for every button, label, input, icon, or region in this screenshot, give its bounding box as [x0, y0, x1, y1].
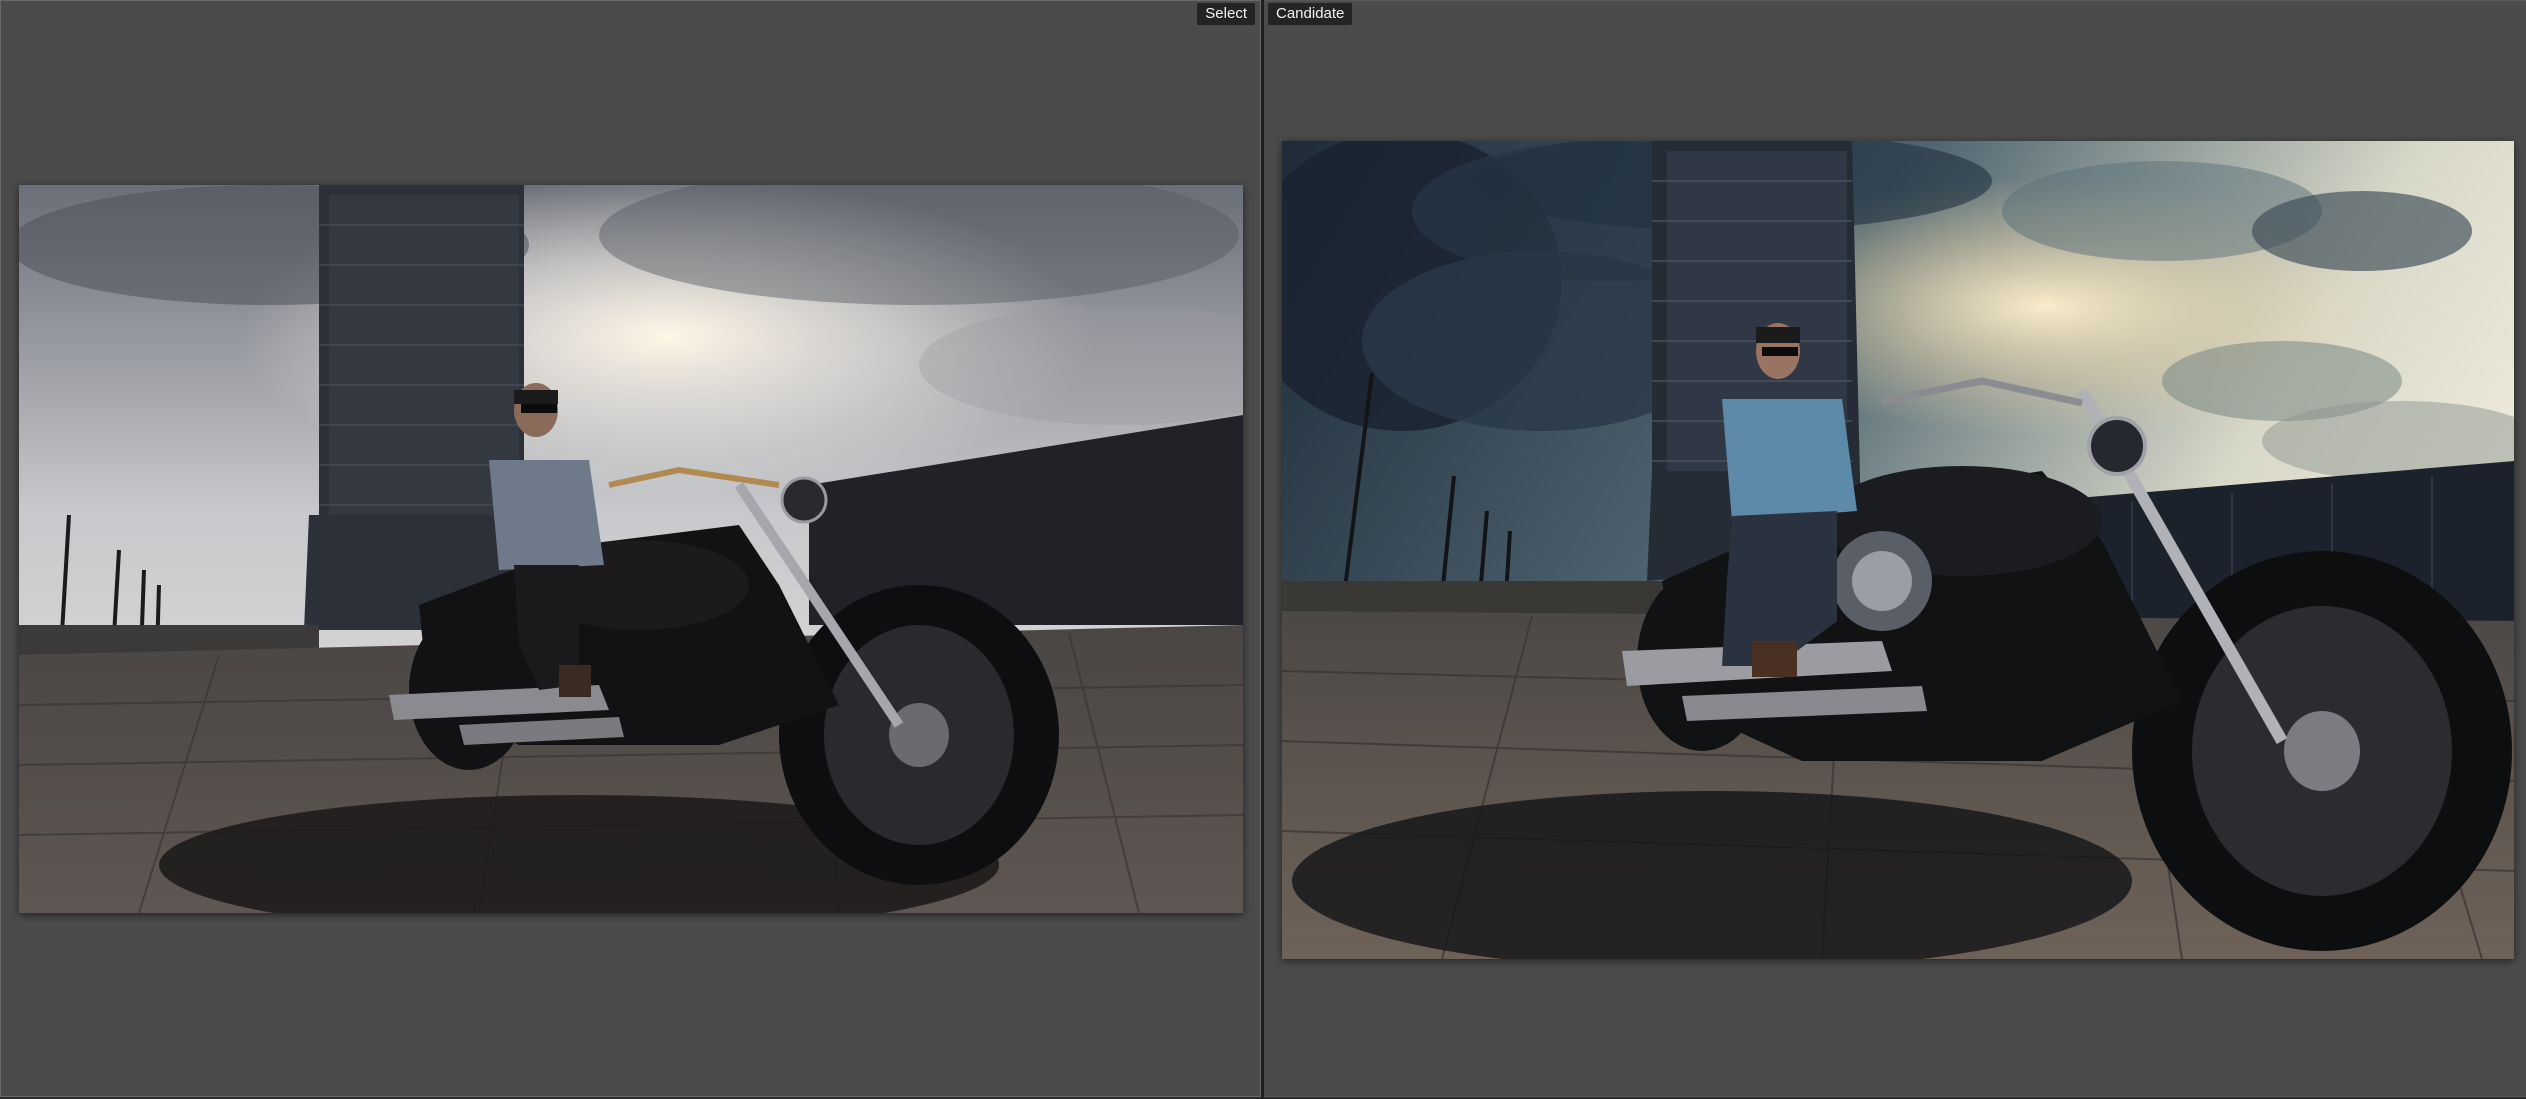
candidate-pane[interactable]: Candidate — [1264, 0, 2526, 1097]
select-pane[interactable]: Select — [0, 0, 1261, 1097]
candidate-label: Candidate — [1268, 3, 1353, 25]
select-photo-image — [19, 185, 1243, 913]
candidate-photo-image — [1282, 141, 2514, 959]
select-label: Select — [1197, 3, 1255, 25]
candidate-photo[interactable] — [1282, 141, 2514, 959]
select-photo[interactable] — [19, 185, 1243, 913]
lightroom-compare-view: Select Candidate — [0, 0, 2526, 1099]
